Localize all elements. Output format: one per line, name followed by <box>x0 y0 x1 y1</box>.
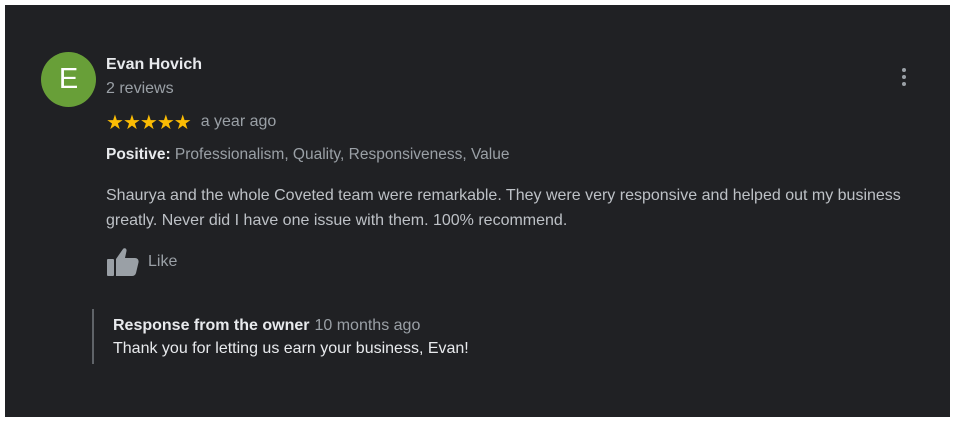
avatar[interactable]: E <box>41 52 96 107</box>
owner-response-text: Thank you for letting us earn your busin… <box>113 340 469 357</box>
attributes-values: Professionalism, Quality, Responsiveness… <box>174 146 510 163</box>
like-button[interactable]: Like <box>106 247 177 277</box>
star-icon: ★ <box>122 111 141 134</box>
review-attributes: Positive: Professionalism, Quality, Resp… <box>106 146 509 164</box>
more-options-button[interactable] <box>892 65 916 89</box>
author-review-count[interactable]: 2 reviews <box>106 80 174 98</box>
owner-response: Response from the owner 10 months ago Tha… <box>92 309 469 364</box>
thumbs-up-icon <box>107 248 139 276</box>
author-name[interactable]: Evan Hovich <box>106 56 202 74</box>
like-label: Like <box>148 253 178 270</box>
more-vert-icon <box>902 68 906 86</box>
review-text: Shaurya and the whole Coveted team were … <box>106 187 901 229</box>
owner-response-header: Response from the owner 10 months ago <box>113 317 469 335</box>
star-icon: ★ <box>106 111 124 134</box>
owner-response-date: 10 months ago <box>314 317 421 334</box>
star-rating: ★ ★ ★ ★ ★ <box>106 110 192 135</box>
avatar-initial: E <box>58 63 79 95</box>
review-card: E Evan Hovich 2 reviews ★ ★ ★ ★ ★ a year… <box>5 5 950 417</box>
star-icon: ★ <box>173 111 192 134</box>
rating-row: ★ ★ ★ ★ ★ a year ago <box>106 110 277 135</box>
attributes-label: Positive: <box>106 146 171 163</box>
star-icon: ★ <box>156 111 175 134</box>
review-date: a year ago <box>200 113 277 130</box>
owner-response-label: Response from the owner <box>113 317 310 334</box>
star-icon: ★ <box>139 111 158 134</box>
